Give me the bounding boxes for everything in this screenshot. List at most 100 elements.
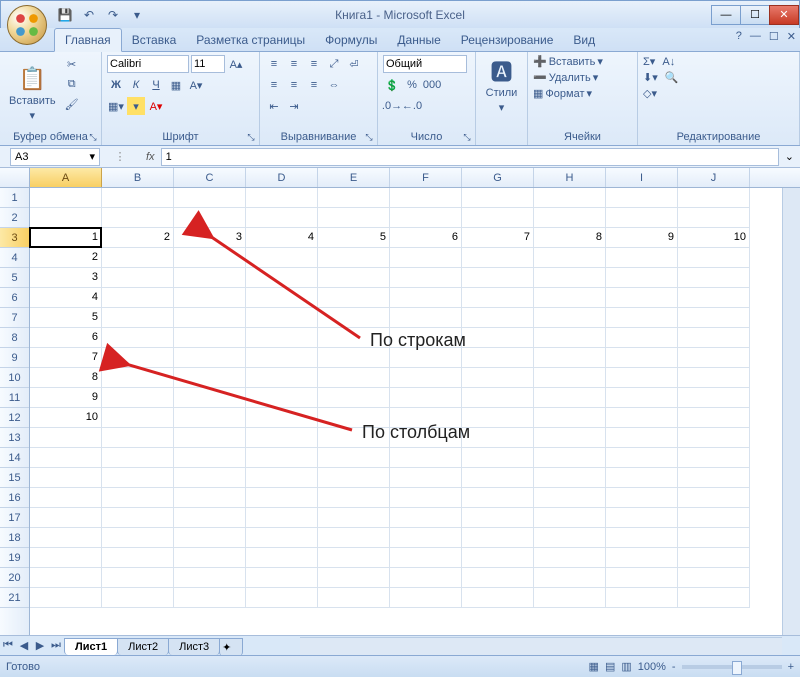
cell[interactable] <box>390 268 462 288</box>
row-header[interactable]: 8 <box>0 328 29 348</box>
cell[interactable] <box>534 328 606 348</box>
cell[interactable] <box>390 588 462 608</box>
redo-icon[interactable]: ↷ <box>103 6 123 24</box>
align-right-icon[interactable]: ≡ <box>305 76 323 94</box>
help-icon[interactable]: ? <box>736 30 742 43</box>
cell[interactable] <box>606 328 678 348</box>
cell[interactable] <box>678 348 750 368</box>
border-button[interactable]: ▦▾ <box>107 97 125 115</box>
next-sheet-icon[interactable]: ▶ <box>32 639 48 652</box>
column-header[interactable]: A <box>30 168 102 187</box>
cell[interactable] <box>102 448 174 468</box>
align-launcher[interactable]: ⤡ <box>363 131 375 143</box>
cell[interactable] <box>678 448 750 468</box>
cell[interactable] <box>462 248 534 268</box>
name-box[interactable]: A3▾ <box>10 148 100 166</box>
cell[interactable] <box>318 528 390 548</box>
cell[interactable] <box>102 328 174 348</box>
cell[interactable] <box>318 248 390 268</box>
first-sheet-icon[interactable]: ⏮ <box>0 639 16 652</box>
align-left-icon[interactable]: ≡ <box>265 76 283 94</box>
cell[interactable] <box>390 508 462 528</box>
cell[interactable] <box>174 508 246 528</box>
horizontal-scrollbar[interactable] <box>300 637 782 655</box>
insert-cells-button[interactable]: Вставить <box>549 56 596 68</box>
undo-icon[interactable]: ↶ <box>79 6 99 24</box>
row-header[interactable]: 21 <box>0 588 29 608</box>
cell[interactable]: 7 <box>462 228 534 248</box>
cell[interactable] <box>390 388 462 408</box>
column-header[interactable]: D <box>246 168 318 187</box>
column-header[interactable]: F <box>390 168 462 187</box>
cell[interactable] <box>678 388 750 408</box>
column-header[interactable]: B <box>102 168 174 187</box>
row-header[interactable]: 3 <box>0 228 29 248</box>
cell[interactable] <box>534 408 606 428</box>
row-header[interactable]: 17 <box>0 508 29 528</box>
cell[interactable] <box>30 488 102 508</box>
row-header[interactable]: 18 <box>0 528 29 548</box>
tab-page-layout[interactable]: Разметка страницы <box>186 29 315 51</box>
cell[interactable]: 10 <box>30 408 102 428</box>
cell[interactable] <box>462 328 534 348</box>
cell[interactable] <box>390 528 462 548</box>
cell[interactable] <box>606 508 678 528</box>
cell[interactable] <box>678 268 750 288</box>
cell[interactable] <box>390 288 462 308</box>
clipboard-launcher[interactable]: ⤡ <box>87 131 99 143</box>
cell[interactable] <box>678 188 750 208</box>
cell[interactable] <box>318 208 390 228</box>
styles-button[interactable]: 🅰 Стили ▾ <box>481 55 522 116</box>
cell[interactable] <box>390 428 462 448</box>
font-size-combo[interactable] <box>191 55 225 73</box>
cell[interactable] <box>678 548 750 568</box>
cell[interactable] <box>246 208 318 228</box>
doc-minimize-button[interactable]: — <box>750 30 761 43</box>
cell[interactable] <box>30 428 102 448</box>
column-header[interactable]: I <box>606 168 678 187</box>
close-button[interactable]: ✕ <box>769 5 799 25</box>
row-header[interactable]: 6 <box>0 288 29 308</box>
cell[interactable] <box>390 328 462 348</box>
cell[interactable]: 3 <box>30 268 102 288</box>
cell[interactable] <box>318 388 390 408</box>
bold-button[interactable]: Ж <box>107 76 125 94</box>
number-format-combo[interactable] <box>383 55 467 73</box>
cell[interactable] <box>606 248 678 268</box>
font-color-button[interactable]: A▾ <box>147 97 165 115</box>
cell[interactable] <box>534 588 606 608</box>
merge-icon[interactable]: ⇔ <box>325 76 343 94</box>
comma-icon[interactable]: 000 <box>423 76 441 94</box>
cell[interactable] <box>678 468 750 488</box>
cell[interactable] <box>462 428 534 448</box>
cell[interactable] <box>534 208 606 228</box>
decrease-indent-icon[interactable]: ⇤ <box>265 97 283 115</box>
format-painter-icon[interactable]: 🖌 <box>63 95 81 113</box>
cell[interactable] <box>30 588 102 608</box>
cell[interactable] <box>462 568 534 588</box>
cell[interactable] <box>246 568 318 588</box>
row-header[interactable]: 11 <box>0 388 29 408</box>
increase-font-icon[interactable]: A▴ <box>227 55 245 73</box>
cell[interactable] <box>678 568 750 588</box>
cell[interactable] <box>30 548 102 568</box>
new-sheet-icon[interactable]: ✦ <box>219 638 243 656</box>
cell[interactable] <box>174 528 246 548</box>
cell[interactable]: 4 <box>246 228 318 248</box>
cell[interactable] <box>462 288 534 308</box>
column-header[interactable]: G <box>462 168 534 187</box>
row-header[interactable]: 2 <box>0 208 29 228</box>
cell[interactable] <box>390 468 462 488</box>
font-name-combo[interactable] <box>107 55 189 73</box>
cell[interactable]: 7 <box>30 348 102 368</box>
cell[interactable] <box>462 448 534 468</box>
cell[interactable] <box>174 348 246 368</box>
cell[interactable] <box>606 188 678 208</box>
cell[interactable] <box>462 408 534 428</box>
cell[interactable] <box>678 428 750 448</box>
cell[interactable] <box>30 568 102 588</box>
row-header[interactable]: 12 <box>0 408 29 428</box>
cell[interactable] <box>606 408 678 428</box>
cell[interactable] <box>534 348 606 368</box>
cell[interactable] <box>606 288 678 308</box>
